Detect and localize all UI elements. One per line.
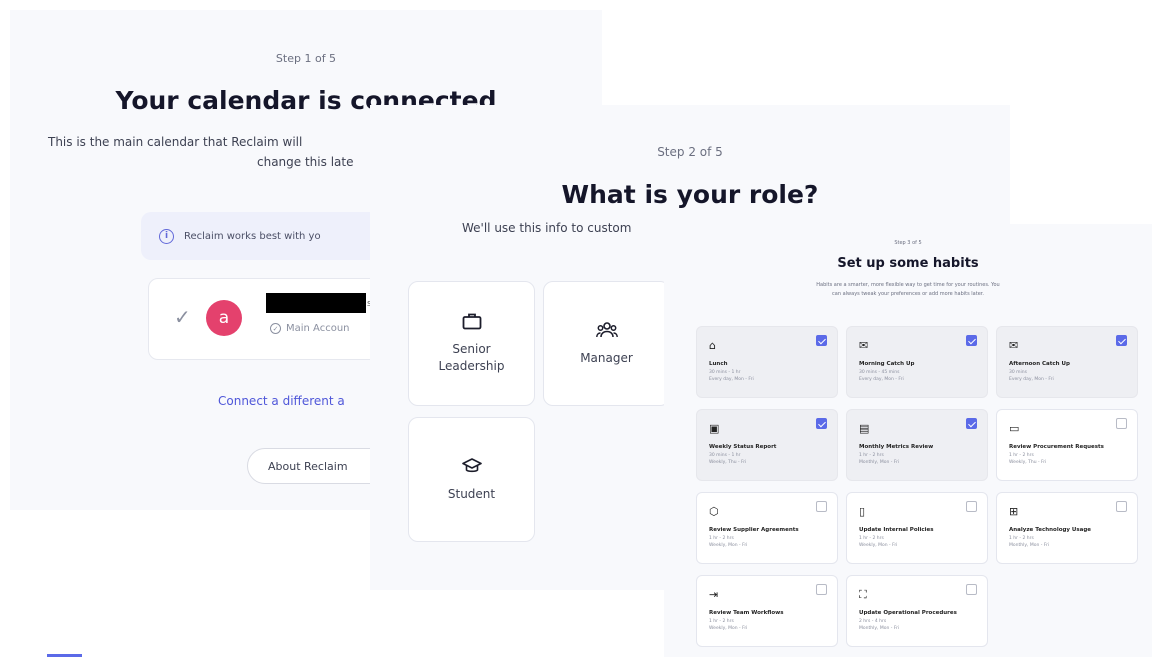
role-label: Student <box>447 486 496 501</box>
login-icon: ⇥ <box>709 588 719 601</box>
habit-checkbox[interactable] <box>816 501 827 512</box>
habit-card-review-supplier-agreements[interactable]: ⬡ Review Supplier Agreements 1 hr - 2 hr… <box>696 492 838 564</box>
habit-name: Weekly Status Report <box>709 444 777 450</box>
main-account-label: ✓ Main Accoun <box>270 323 350 334</box>
habit-duration: 30 mins <box>1009 370 1027 375</box>
team-icon <box>595 321 618 342</box>
habit-checkbox[interactable] <box>816 418 827 429</box>
chip-icon: ⊞ <box>1009 505 1019 518</box>
habit-name: Monthly Metrics Review <box>859 444 934 450</box>
description-line-1: Habits are a smarter, more flexible way … <box>816 282 1000 288</box>
step-indicator: Step 3 of 5 <box>894 240 922 246</box>
habit-checkbox[interactable] <box>966 418 977 429</box>
role-label: Senior Leadership <box>438 342 505 373</box>
habit-duration: 1 hr - 2 hrs <box>859 453 884 458</box>
info-icon: i <box>159 228 174 244</box>
habit-duration: 30 mins - 45 mins <box>859 370 900 375</box>
habit-name: Review Procurement Requests <box>1009 444 1104 450</box>
habit-schedule: Weekly, Mon - Fri <box>709 543 748 548</box>
habit-schedule: Monthly, Mon - Fri <box>1009 543 1050 548</box>
habit-checkbox[interactable] <box>1116 501 1127 512</box>
habit-name: Lunch <box>709 361 728 367</box>
habit-card-review-team-workflows[interactable]: ⇥ Review Team Workflows 1 hr - 2 hrs Wee… <box>696 575 838 647</box>
habit-schedule: Weekly, Mon - Fri <box>859 543 898 548</box>
page-title: Set up some habits <box>837 256 979 271</box>
habit-checkbox[interactable] <box>966 584 977 595</box>
briefcase-icon <box>462 312 482 333</box>
habit-checkbox[interactable] <box>816 335 827 346</box>
role-option-senior-leadership[interactable]: Senior Leadership <box>408 281 535 406</box>
info-text: Reclaim works best with yo <box>184 230 321 242</box>
habit-name: Update Internal Policies <box>859 527 934 533</box>
habit-duration: 1 hr - 2 hrs <box>709 536 734 541</box>
check-circle-icon: ✓ <box>270 323 281 334</box>
document-icon: ▯ <box>859 505 866 518</box>
graduation-cap-icon <box>461 457 482 478</box>
habit-card-update-operational-procedures[interactable]: ⛶ Update Operational Procedures 2 hrs - … <box>846 575 988 647</box>
mail-icon: ✉ <box>859 339 869 352</box>
connect-different-account-link[interactable]: Connect a different a <box>218 394 345 408</box>
habit-card-morning-catch-up[interactable]: ✉ Morning Catch Up 30 mins - 45 mins Eve… <box>846 326 988 398</box>
checkmark-icon: ✓ <box>174 305 191 329</box>
habit-card-afternoon-catch-up[interactable]: ✉ Afternoon Catch Up 30 mins Every day, … <box>996 326 1138 398</box>
role-option-student[interactable]: Student <box>408 417 535 542</box>
habit-card-lunch[interactable]: ⌂ Lunch 30 mins - 1 hr Every day, Mon - … <box>696 326 838 398</box>
habit-checkbox[interactable] <box>1116 335 1127 346</box>
habit-duration: 30 mins - 1 hr <box>709 370 741 375</box>
habits-setup-panel: Step 3 of 5 Set up some habits Habits ar… <box>664 224 1152 657</box>
role-option-manager[interactable]: Manager <box>543 281 670 406</box>
step-indicator: Step 2 of 5 <box>657 145 723 159</box>
mail-open-icon: ✉ <box>1009 339 1019 352</box>
habit-schedule: Monthly, Mon - Fri <box>859 460 900 465</box>
description-line-2: can always tweak your preferences or add… <box>832 291 984 297</box>
subtitle-line-1: This is the main calendar that Reclaim w… <box>48 135 303 149</box>
habit-checkbox[interactable] <box>966 501 977 512</box>
chat-icon: ▭ <box>1009 422 1020 435</box>
cube-icon: ⬡ <box>709 505 719 518</box>
habit-name: Afternoon Catch Up <box>1009 361 1070 367</box>
habit-duration: 1 hr - 2 hrs <box>859 536 884 541</box>
workflow-icon: ⛶ <box>859 588 867 601</box>
redacted-email <box>266 293 366 313</box>
habit-schedule: Weekly, Thu - Fri <box>1009 460 1047 465</box>
lunch-icon: ⌂ <box>709 339 716 352</box>
habit-schedule: Every day, Mon - Fri <box>709 377 754 382</box>
habit-checkbox[interactable] <box>966 335 977 346</box>
habit-checkbox[interactable] <box>1116 418 1127 429</box>
habit-schedule: Weekly, Thu - Fri <box>709 460 747 465</box>
subtitle: We'll use this info to custom <box>462 221 632 235</box>
habit-name: Analyze Technology Usage <box>1009 527 1092 533</box>
habit-card-analyze-technology-usage[interactable]: ⊞ Analyze Technology Usage 1 hr - 2 hrs … <box>996 492 1138 564</box>
habit-card-review-procurement-requests[interactable]: ▭ Review Procurement Requests 1 hr - 2 h… <box>996 409 1138 481</box>
habit-card-weekly-status-report[interactable]: ▣ Weekly Status Report 30 mins - 1 hr We… <box>696 409 838 481</box>
habit-checkbox[interactable] <box>816 584 827 595</box>
habit-schedule: Weekly, Mon - Fri <box>709 626 748 631</box>
habit-duration: 30 mins - 1 hr <box>709 453 741 458</box>
step-indicator: Step 1 of 5 <box>275 52 337 65</box>
habit-duration: 1 hr - 2 hrs <box>1009 536 1034 541</box>
main-account-text: Main Accoun <box>286 323 350 334</box>
habit-schedule: Every day, Mon - Fri <box>1009 377 1054 382</box>
chart-icon: ▤ <box>859 422 870 435</box>
avatar: a <box>206 300 242 336</box>
habit-card-monthly-metrics-review[interactable]: ▤ Monthly Metrics Review 1 hr - 2 hrs Mo… <box>846 409 988 481</box>
calendar-icon: ▣ <box>709 422 720 435</box>
habit-card-update-internal-policies[interactable]: ▯ Update Internal Policies 1 hr - 2 hrs … <box>846 492 988 564</box>
subtitle-line-2: change this late <box>257 155 354 169</box>
habit-name: Update Operational Procedures <box>859 610 957 616</box>
habit-name: Morning Catch Up <box>859 361 915 367</box>
habit-name: Review Supplier Agreements <box>709 527 799 533</box>
habit-duration: 2 hrs - 4 hrs <box>859 619 887 624</box>
habit-duration: 1 hr - 2 hrs <box>709 619 734 624</box>
habit-name: Review Team Workflows <box>709 610 784 616</box>
habit-schedule: Every day, Mon - Fri <box>859 377 904 382</box>
page-title: What is your role? <box>561 180 819 209</box>
habit-duration: 1 hr - 2 hrs <box>1009 453 1034 458</box>
habit-schedule: Monthly, Mon - Fri <box>859 626 900 631</box>
role-label: Manager <box>580 350 633 365</box>
